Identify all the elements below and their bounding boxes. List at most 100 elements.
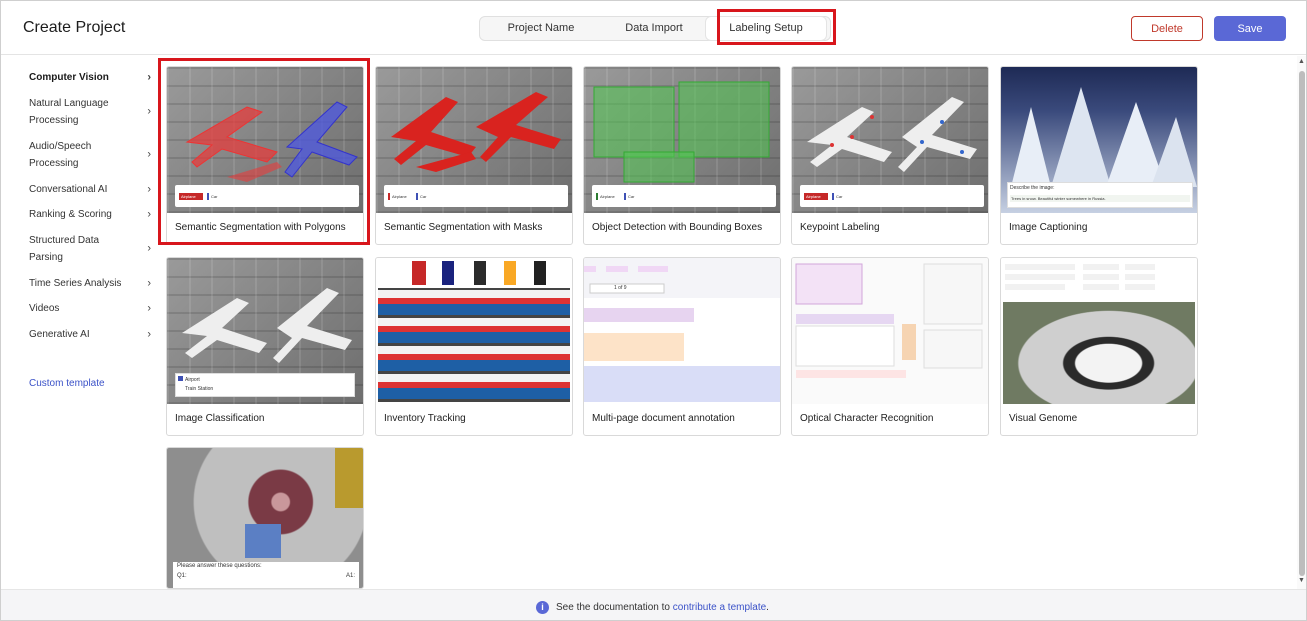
shelf-image (378, 288, 570, 402)
page-indicator: 1 of 9 (614, 285, 627, 291)
sidebar-item-structured-data-parsing[interactable]: Structured Data Parsing › (29, 232, 153, 266)
chevron-right-icon: › (147, 105, 151, 118)
sidebar-item-label: Structured Data Parsing (29, 235, 100, 263)
template-card-label: Multi-page document annotation (592, 413, 735, 424)
caption-prompt: Describe the image: (1010, 185, 1055, 191)
template-card-object-detection[interactable]: Airplane Car Object Detection with Bound… (583, 66, 781, 245)
template-card-label: Image Captioning (1009, 222, 1088, 233)
label-tag-strip: Airplane Car (175, 185, 359, 207)
header-bar: Create Project Project Name Data Import … (1, 1, 1306, 55)
sidebar-item-label: Time Series Analysis (29, 278, 122, 289)
contribute-template-link[interactable]: contribute a template (673, 602, 766, 613)
tag-car: Car (624, 193, 638, 200)
sidebar-item-computer-vision[interactable]: Computer Vision › (29, 69, 153, 86)
tab-project-name[interactable]: Project Name (480, 17, 602, 40)
sidebar-item-label: Audio/Speech Processing (29, 141, 92, 169)
template-card-label: Keypoint Labeling (800, 222, 880, 233)
sidebar-item-label: Conversational AI (29, 184, 108, 195)
info-icon: i (536, 601, 549, 614)
tag-car: Car (207, 193, 221, 200)
chevron-right-icon: › (147, 71, 151, 83)
sidebar-item-label: Natural Language Processing (29, 98, 109, 126)
tag-car: Car (416, 193, 430, 200)
ocr-receipt-illustration (795, 263, 983, 378)
tag-car: Car (832, 193, 846, 200)
template-card-label: Object Detection with Bounding Boxes (592, 222, 763, 233)
template-thumbnail: Airplane Car (376, 67, 572, 213)
sidebar-item-label: Videos (29, 303, 60, 314)
caption-preview: Describe the image: Trees in snow. Beaut… (1007, 182, 1193, 208)
template-card-ocr[interactable]: Optical Character Recognition (791, 257, 989, 436)
page-title: Create Project (23, 19, 126, 36)
template-card-label: Image Classification (175, 413, 265, 424)
template-card-keypoint-labeling[interactable]: Airplane Car Keypoint Labeling (791, 66, 989, 245)
template-card-visual-genome[interactable]: Visual Genome (1000, 257, 1198, 436)
sidebar-item-ranking-scoring[interactable]: Ranking & Scoring › (29, 206, 153, 223)
document-annotation-illustration (584, 266, 780, 404)
step-tabs: Project Name Data Import Labeling Setup (479, 16, 831, 41)
template-card-semantic-segmentation-polygons[interactable]: Airplane Car Semantic Segmentation with … (166, 66, 364, 245)
template-card-multi-page-document[interactable]: 1 of 9 Multi-page document annotation (583, 257, 781, 436)
footer-text: See the documentation to (556, 602, 670, 613)
template-card-label: Inventory Tracking (384, 413, 466, 424)
option-airport[interactable]: Airport (178, 376, 352, 383)
chevron-right-icon: › (147, 328, 151, 340)
template-card-image-captioning[interactable]: Describe the image: Trees in snow. Beaut… (1000, 66, 1198, 245)
q1-label: Q1: (177, 573, 187, 579)
tag-airplane: Airplane (388, 193, 412, 200)
tag-airplane: Airplane (596, 193, 620, 200)
app-window: Create Project Project Name Data Import … (0, 0, 1307, 621)
tab-data-import[interactable]: Data Import (602, 17, 706, 40)
template-card-semantic-segmentation-masks[interactable]: Airplane Car Semantic Segmentation with … (375, 66, 573, 245)
template-thumbnail (792, 258, 988, 404)
template-thumbnail (1001, 258, 1197, 404)
qa-prompt: Please answer these questions: (177, 563, 262, 569)
template-thumbnail: Please answer these questions: Q1: A1: (167, 448, 363, 588)
template-card-label: Optical Character Recognition (800, 413, 934, 424)
sidebar-item-label: Ranking & Scoring (29, 209, 112, 220)
qa-panel: Please answer these questions: Q1: A1: (173, 562, 359, 588)
chevron-right-icon: › (147, 148, 151, 161)
panda-image (1003, 302, 1195, 404)
sidebar-item-time-series-analysis[interactable]: Time Series Analysis › (29, 275, 153, 292)
label-tag-strip: Airplane Car (384, 185, 568, 207)
template-card-label: Semantic Segmentation with Masks (384, 222, 543, 233)
sidebar-item-label: Generative AI (29, 329, 90, 340)
save-button[interactable]: Save (1214, 16, 1286, 41)
custom-template-link[interactable]: Custom template (29, 378, 105, 389)
chevron-right-icon: › (147, 208, 151, 220)
tab-labeling-setup[interactable]: Labeling Setup (706, 17, 826, 40)
caption-text: Trees in snow. Beautiful winter somewher… (1010, 195, 1190, 202)
template-card-label: Semantic Segmentation with Polygons (175, 222, 346, 233)
region-labels-illustration (1005, 264, 1155, 290)
template-thumbnail: Airport Train Station (167, 258, 363, 404)
template-thumbnail: 1 of 9 (584, 258, 780, 404)
template-card-visual-question-answering[interactable]: Please answer these questions: Q1: A1: (166, 447, 364, 589)
sidebar-item-audio-speech-processing[interactable]: Audio/Speech Processing › (29, 138, 153, 172)
sidebar-item-conversational-ai[interactable]: Conversational AI › (29, 181, 153, 198)
template-card-label: Visual Genome (1009, 413, 1078, 424)
delete-button[interactable]: Delete (1131, 16, 1203, 41)
sidebar-item-videos[interactable]: Videos › (29, 300, 153, 317)
scroll-down-arrow-icon[interactable]: ▼ (1298, 577, 1305, 584)
chevron-right-icon: › (147, 183, 151, 195)
footer-bar: i See the documentation to contribute a … (1, 589, 1306, 620)
tag-airplane: Airplane (804, 193, 828, 200)
template-thumbnail: Airplane Car (167, 67, 363, 213)
label-tag-strip: Airplane Car (800, 185, 984, 207)
sidebar-item-generative-ai[interactable]: Generative AI › (29, 326, 153, 343)
footer-suffix: . (766, 602, 769, 613)
category-sidebar: Computer Vision › Natural Language Proce… (1, 56, 161, 586)
sidebar-item-natural-language-processing[interactable]: Natural Language Processing › (29, 95, 153, 129)
checkbox-checked-icon (178, 376, 183, 381)
tag-airplane: Airplane (179, 193, 203, 200)
template-thumbnail: Airplane Car (792, 67, 988, 213)
scrollbar-thumb[interactable] (1299, 71, 1305, 576)
template-card-inventory-tracking[interactable]: Inventory Tracking (375, 257, 573, 436)
template-thumbnail: Airplane Car (584, 67, 780, 213)
option-train-station[interactable]: Train Station (185, 386, 352, 392)
chevron-right-icon: › (147, 302, 151, 314)
template-card-image-classification[interactable]: Airport Train Station Image Classificati… (166, 257, 364, 436)
scroll-up-arrow-icon[interactable]: ▲ (1298, 58, 1305, 65)
chevron-right-icon: › (147, 277, 151, 289)
